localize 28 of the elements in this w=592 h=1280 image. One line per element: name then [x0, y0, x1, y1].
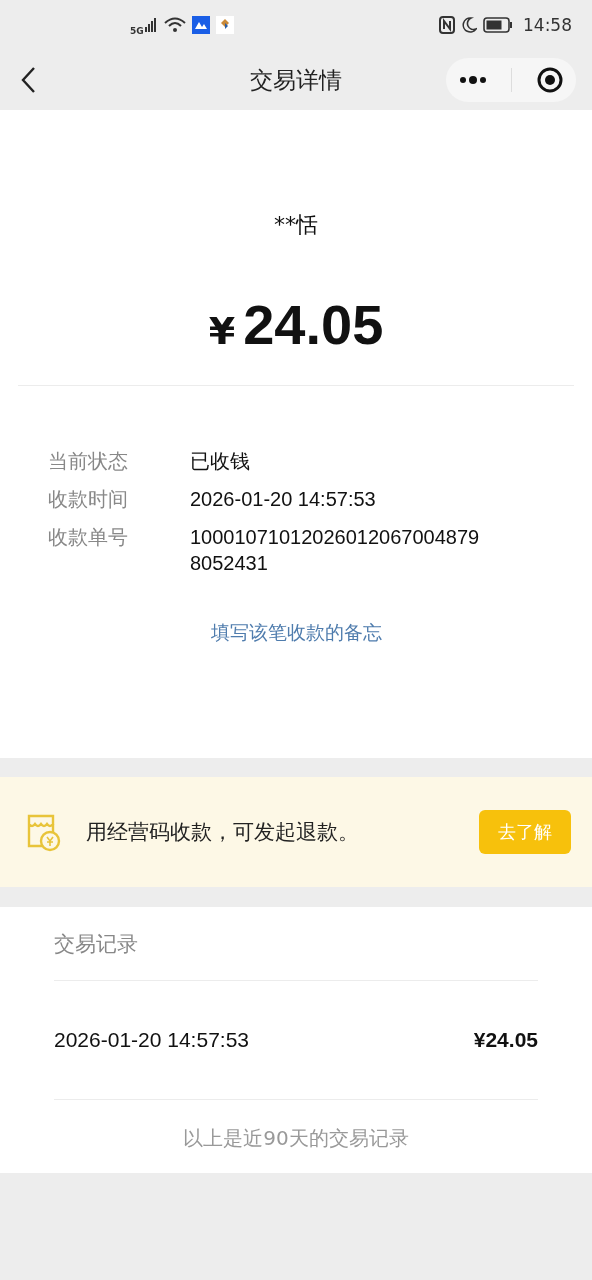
record-amount: ¥24.05	[473, 1028, 538, 1052]
more-icon[interactable]	[457, 75, 488, 85]
app-icon	[215, 16, 234, 34]
section-title: 交易记录	[54, 931, 139, 958]
battery-icon	[483, 17, 513, 33]
detail-value: 已收钱	[190, 449, 250, 474]
detail-label: 当前状态	[48, 448, 129, 474]
detail-value: 10001071012026012067004879 8052431	[190, 525, 480, 576]
currency-symbol: ¥	[208, 309, 236, 353]
detail-value: 2026-01-20 14:57:53	[190, 487, 376, 512]
payer-name: **恬	[274, 211, 318, 239]
network-label: 5G	[130, 26, 144, 36]
records-footer: 以上是近90天的交易记录	[54, 1125, 538, 1152]
wifi-icon	[163, 17, 186, 33]
signal-icon	[143, 18, 158, 32]
page-title: 交易详情	[250, 65, 342, 95]
detail-label: 收款时间	[48, 486, 129, 512]
amount-value: 24.05	[243, 292, 384, 357]
clock-time: 14:58	[523, 15, 572, 35]
record-time: 2026-01-20 14:57:53	[54, 1028, 249, 1052]
shop-coin-icon	[26, 812, 62, 852]
memo-link[interactable]: 填写该笔收款的备忘	[210, 620, 382, 646]
moon-icon	[461, 16, 477, 34]
banner-text: 用经营码收款，可发起退款。	[86, 819, 360, 846]
detail-label: 收款单号	[48, 524, 129, 551]
app-icon	[191, 16, 210, 34]
back-icon[interactable]	[20, 66, 36, 94]
nfc-icon	[439, 16, 455, 34]
